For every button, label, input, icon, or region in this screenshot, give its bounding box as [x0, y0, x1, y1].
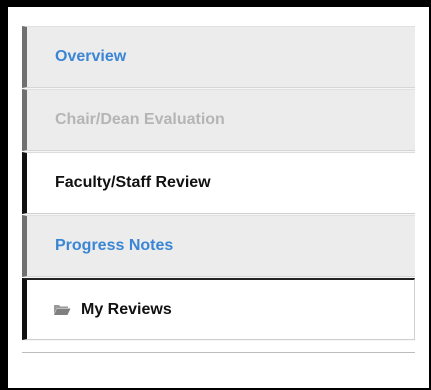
sidebar-item-faculty-staff-review[interactable]: Faculty/Staff Review	[22, 152, 415, 214]
sidebar-item-label: Overview	[55, 48, 127, 65]
sidebar-item-chair-dean-evaluation: Chair/Dean Evaluation	[22, 89, 415, 151]
sidebar-item-label: Progress Notes	[55, 237, 174, 254]
review-sidebar-nav: Overview Chair/Dean Evaluation Faculty/S…	[22, 26, 415, 341]
sidebar-item-overview[interactable]: Overview	[22, 26, 415, 88]
folder-open-icon	[53, 303, 71, 316]
sidebar-item-progress-notes[interactable]: Progress Notes	[22, 215, 415, 277]
nav-bottom-divider	[22, 352, 415, 353]
sidebar-item-my-reviews[interactable]: My Reviews	[22, 278, 415, 340]
sidebar-item-label: My Reviews	[81, 300, 172, 318]
sidebar-item-label: Chair/Dean Evaluation	[55, 111, 225, 128]
sidebar-item-label: Faculty/Staff Review	[55, 174, 211, 191]
